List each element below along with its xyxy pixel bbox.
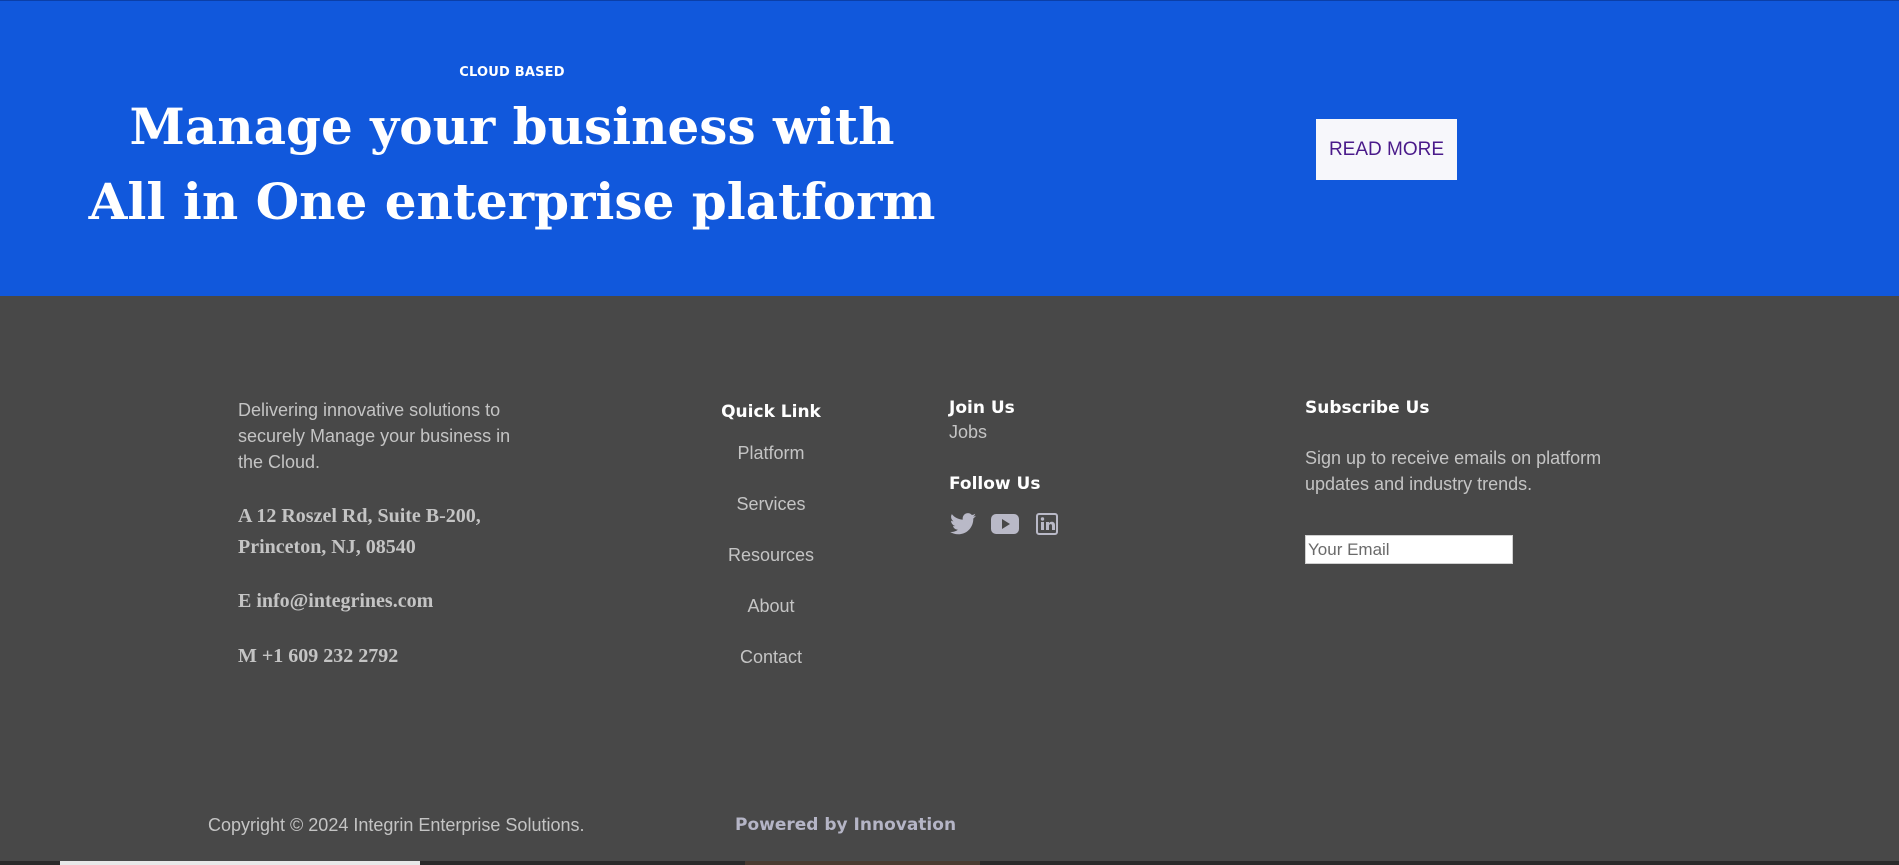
footer-about-column: Delivering innovative solutions to secur… — [238, 397, 538, 672]
twitter-icon[interactable] — [949, 511, 977, 537]
quick-link-contact[interactable]: Contact — [740, 647, 802, 667]
quick-link-platform[interactable]: Platform — [737, 443, 804, 463]
list-item: Resources — [700, 542, 842, 593]
bottom-edge-strip — [0, 861, 1899, 865]
company-email: E info@integrines.com — [238, 590, 434, 612]
list-item: Platform — [700, 440, 842, 491]
list-item: About — [700, 593, 842, 644]
hero-title-line-1: Manage your business with — [129, 97, 895, 156]
quick-link-list: Platform Services Resources About Contac… — [700, 440, 842, 695]
hero-title: Manage your business with All in One ent… — [0, 89, 1024, 239]
footer-quick-links-column: Quick Link Platform Services Resources A… — [700, 401, 842, 695]
copyright-text: Copyright © 2024 Integrin Enterprise Sol… — [208, 815, 585, 835]
list-item: Contact — [700, 644, 842, 695]
powered-by-text: Powered by Innovation — [735, 815, 957, 835]
jobs-link[interactable]: Jobs — [949, 419, 1169, 445]
social-links — [949, 511, 1169, 537]
strip-segment — [745, 861, 980, 865]
hero-banner: CLOUD BASED Manage your business with Al… — [0, 0, 1899, 296]
join-us-heading: Join Us — [949, 398, 1015, 418]
hero-eyebrow: CLOUD BASED — [459, 65, 565, 80]
footer-subscribe-column: Subscribe Us Sign up to receive emails o… — [1305, 397, 1665, 564]
footer-join-column: Join Us Jobs Follow Us — [949, 397, 1169, 537]
follow-us-heading: Follow Us — [949, 474, 1041, 494]
strip-segment — [60, 861, 420, 865]
company-address: A 12 Roszel Rd, Suite B-200, Princeton, … — [238, 505, 481, 558]
site-footer: Delivering innovative solutions to secur… — [0, 296, 1899, 865]
company-description: Delivering innovative solutions to secur… — [238, 400, 511, 472]
linkedin-icon[interactable] — [1033, 511, 1061, 537]
company-phone: M +1 609 232 2792 — [238, 645, 399, 667]
quick-link-resources[interactable]: Resources — [728, 545, 814, 565]
read-more-button[interactable]: READ MORE — [1316, 119, 1457, 180]
quick-link-about[interactable]: About — [747, 596, 794, 616]
email-field[interactable] — [1305, 535, 1513, 564]
list-item: Services — [700, 491, 842, 542]
hero-title-line-2: All in One enterprise platform — [88, 172, 936, 231]
quick-link-services[interactable]: Services — [736, 494, 805, 514]
quick-link-heading: Quick Link — [721, 402, 821, 422]
subscribe-description: Sign up to receive emails on platform up… — [1305, 448, 1602, 494]
subscribe-heading: Subscribe Us — [1305, 398, 1430, 418]
youtube-icon[interactable] — [991, 511, 1019, 537]
